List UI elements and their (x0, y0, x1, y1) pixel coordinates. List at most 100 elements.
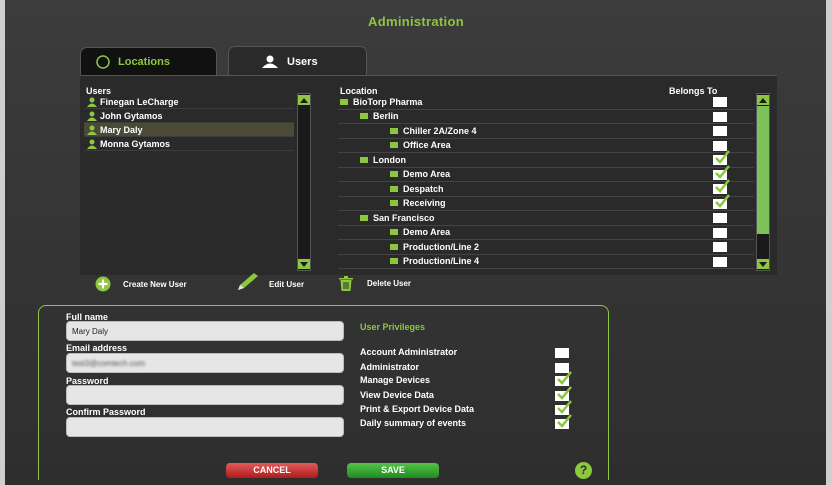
location-marker-icon (360, 214, 368, 221)
scroll-up-button[interactable] (757, 95, 769, 105)
belongs-to-checkbox[interactable] (713, 126, 727, 136)
full-name-value: Mary Daly (72, 326, 109, 336)
create-user-button[interactable]: Create New User (95, 276, 187, 292)
privilege-label: Daily summary of events (360, 418, 467, 428)
user-name: John Gytamos (100, 110, 163, 121)
belongs-to-checkbox[interactable] (713, 213, 727, 223)
privilege-checkbox-checked[interactable] (555, 414, 572, 429)
privilege-label: Manage Devices (360, 375, 431, 385)
list-item-user[interactable]: John Gytamos (84, 109, 294, 123)
location-marker-icon (340, 98, 348, 105)
privilege-checkbox[interactable] (555, 348, 569, 358)
plus-circle-icon (95, 276, 111, 292)
tab-users[interactable]: Users (228, 46, 367, 76)
belongs-to-checkbox[interactable] (713, 140, 727, 151)
location-row[interactable]: Chiller 2A/Zone 4 (338, 124, 754, 139)
location-marker-icon (390, 243, 398, 250)
belongs-to-checkbox-checked[interactable] (713, 193, 730, 209)
users-scrollbar[interactable] (297, 93, 311, 271)
full-name-field[interactable]: Mary Daly (66, 321, 344, 341)
delete-user-button[interactable]: Delete User (338, 275, 411, 291)
list-item-user[interactable]: Monna Gytamos (84, 137, 294, 151)
save-button[interactable]: SAVE (347, 463, 439, 478)
create-user-label: Create New User (123, 279, 187, 289)
location-name: San Francisco (373, 212, 435, 223)
location-row[interactable]: Demo Area (338, 164, 754, 182)
location-marker-icon (390, 185, 398, 192)
cancel-button[interactable]: CANCEL (226, 463, 318, 478)
location-marker-icon (390, 229, 398, 236)
privilege-row: Daily summary of events (360, 414, 575, 429)
privilege-label: Print & Export Device Data (360, 404, 475, 414)
belongs-to-checkbox-checked[interactable] (713, 150, 730, 165)
scroll-down-button[interactable] (298, 259, 310, 269)
tab-locations-label: Locations (118, 55, 170, 68)
privilege-label: Administrator (360, 362, 420, 372)
belongs-to-checkbox[interactable] (713, 242, 727, 252)
location-row[interactable]: Despatch (338, 179, 754, 197)
window-border-left (0, 0, 5, 485)
pencil-icon (238, 273, 258, 290)
compass-icon (96, 54, 110, 69)
user-name: Monna Gytamos (100, 138, 171, 149)
location-row[interactable]: Berlin (338, 110, 754, 124)
belongs-to-checkbox-checked[interactable] (713, 179, 730, 194)
privilege-row: View Device Data (360, 386, 575, 401)
privilege-checkbox-checked[interactable] (555, 371, 572, 386)
user-name: Finegan LeCharge (100, 96, 179, 107)
location-row[interactable]: San Francisco (338, 211, 754, 226)
chevron-down-icon (300, 261, 308, 267)
edit-user-button[interactable]: Edit User (236, 272, 304, 292)
privilege-row: Account Administrator (360, 347, 575, 358)
location-name: Despatch (403, 183, 444, 194)
location-marker-icon (390, 258, 398, 265)
scroll-up-button[interactable] (298, 95, 310, 105)
locations-scrollbar[interactable] (756, 93, 770, 271)
location-row[interactable]: Production/Line 4 (338, 255, 754, 269)
delete-user-label: Delete User (367, 278, 412, 288)
privilege-row: Administrator (360, 362, 575, 373)
password-field[interactable] (66, 385, 344, 405)
person-icon (86, 111, 98, 121)
privilege-label: View Device Data (360, 390, 434, 400)
location-marker-icon (390, 127, 398, 134)
location-name: Receiving (403, 198, 446, 208)
location-row[interactable]: Receiving (338, 193, 754, 211)
help-icon[interactable]: ? (575, 462, 592, 479)
users-list: Finegan LeCharge John Gytamos Mary Daly … (84, 95, 294, 151)
location-row[interactable]: Production/Line 2 (338, 240, 754, 255)
location-row[interactable]: London (338, 150, 754, 168)
scroll-down-button[interactable] (757, 259, 769, 269)
location-name: Chiller 2A/Zone 4 (403, 125, 477, 136)
privilege-row: Print & Export Device Data (360, 400, 575, 415)
list-item-user[interactable]: Finegan LeCharge (84, 95, 294, 109)
list-item-user-selected[interactable]: Mary Daly (84, 123, 294, 137)
belongs-to-checkbox[interactable] (713, 111, 727, 122)
scroll-thumb[interactable] (757, 106, 769, 234)
location-name: Berlin (373, 111, 399, 121)
location-name: BioTorp Pharma (353, 96, 423, 107)
email-field[interactable]: test3@comtech.com (66, 353, 344, 373)
location-row[interactable]: BioTorp Pharma (338, 95, 754, 110)
email-value: test3@comtech.com (72, 358, 146, 368)
belongs-to-checkbox-checked[interactable] (713, 164, 730, 180)
belongs-to-checkbox[interactable] (713, 256, 727, 267)
tab-locations[interactable]: Locations (80, 47, 217, 75)
locations-list: BioTorp Pharma Berlin Chiller 2A/Zone 4 Off… (338, 95, 754, 269)
location-marker-icon (360, 156, 368, 163)
confirm-password-field[interactable] (66, 417, 344, 437)
chevron-up-icon (300, 97, 308, 103)
location-name: Production/Line 4 (403, 256, 480, 266)
location-name: Production/Line 2 (403, 241, 480, 252)
chevron-up-icon (759, 97, 767, 103)
location-row[interactable]: Demo Area (338, 226, 754, 240)
location-row[interactable]: Office Area (338, 139, 754, 153)
email-label: Email address (66, 343, 128, 353)
location-marker-icon (390, 142, 398, 149)
user-name: Mary Daly (100, 124, 143, 135)
person-icon (86, 125, 98, 135)
belongs-to-checkbox[interactable] (713, 97, 727, 107)
belongs-to-checkbox[interactable] (713, 227, 727, 238)
privilege-label: Account Administrator (360, 347, 458, 357)
privileges-heading: User Privileges (360, 322, 426, 332)
